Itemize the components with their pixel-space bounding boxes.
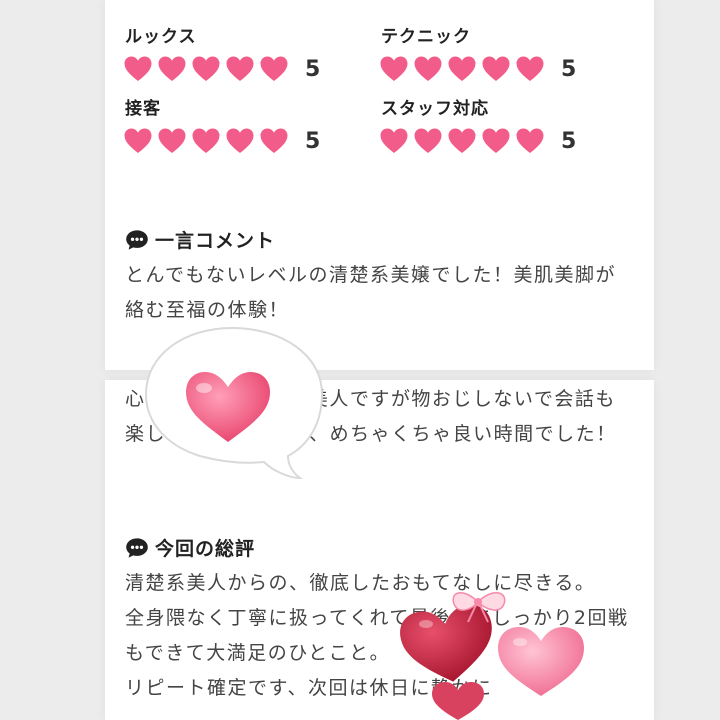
rating-score-staff: 5 — [561, 128, 577, 154]
heart-icon — [259, 55, 289, 83]
rating-score-technique: 5 — [561, 56, 577, 82]
rating-hearts-service: 5 — [123, 127, 320, 155]
speech-bubble-icon — [125, 229, 149, 251]
review-heading-title: 今回の総評 — [155, 538, 256, 560]
comment-heading-title: 一言コメント — [155, 230, 276, 252]
heart-icon — [481, 55, 511, 83]
comment-paragraph-1: とんでもないレベルの清楚系美嬢でした！美肌美脚が絡む至福の体験！ — [125, 264, 617, 321]
heart-icon — [157, 55, 187, 83]
rating-hearts-technique: 5 — [379, 55, 576, 83]
heart-icon — [447, 55, 477, 83]
rating-label-technique: テクニック — [381, 27, 471, 47]
heart-icon — [481, 127, 511, 155]
rating-score-service: 5 — [305, 128, 321, 154]
heart-icon — [259, 127, 289, 155]
rating-label-service: 接客 — [125, 99, 161, 119]
heart-icon — [191, 55, 221, 83]
rating-label-looks: ルックス — [125, 27, 197, 47]
rating-score-looks: 5 — [305, 56, 321, 82]
heart-icon — [123, 55, 153, 83]
heart-cluster-sticker — [400, 592, 584, 720]
heart-icon — [157, 127, 187, 155]
comment-heading: 一言コメント — [125, 226, 275, 253]
heart-icon — [225, 127, 255, 155]
heart-icon — [191, 127, 221, 155]
rating-hearts-looks: 5 — [123, 55, 320, 83]
rating-label-staff: スタッフ対応 — [381, 99, 489, 119]
speech-bubble-icon — [125, 537, 149, 559]
heart-icon — [413, 127, 443, 155]
heart-icon — [515, 55, 545, 83]
heart-bubble-sticker — [144, 326, 324, 480]
rating-hearts-staff: 5 — [379, 127, 576, 155]
review-heading: 今回の総評 — [125, 534, 255, 561]
heart-icon — [225, 55, 255, 83]
comment-body: とんでもないレベルの清楚系美嬢でした！美肌美脚が絡む至福の体験！ — [125, 258, 635, 328]
heart-icon — [123, 127, 153, 155]
heart-icon — [379, 127, 409, 155]
heart-icon — [413, 55, 443, 83]
heart-icon — [447, 127, 477, 155]
heart-icon — [515, 127, 545, 155]
review-card-top: ルックス 5 テクニック 5 接客 5 スタッフ対応 5 一言コメント とんでも… — [105, 0, 654, 370]
heart-icon — [379, 55, 409, 83]
